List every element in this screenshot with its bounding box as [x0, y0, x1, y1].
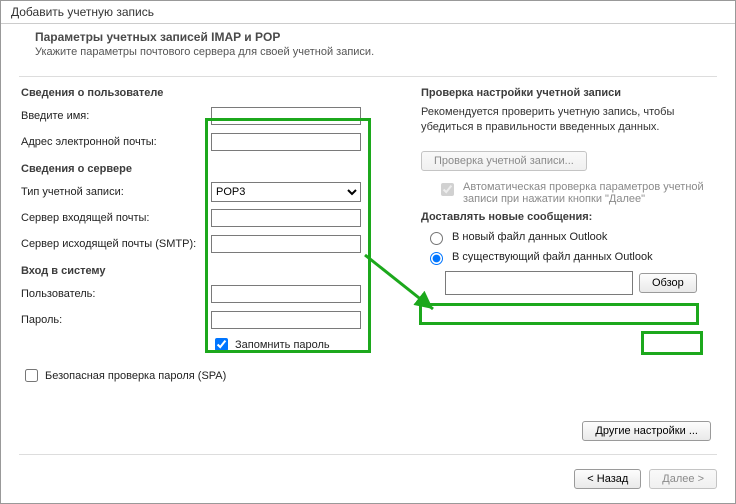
content: Сведения о пользователе Введите имя: Адр…: [1, 77, 735, 385]
outgoing-input[interactable]: [211, 235, 361, 253]
radio-new-file[interactable]: [430, 232, 443, 245]
name-label: Введите имя:: [21, 110, 211, 122]
auto-test-checkbox: [441, 183, 454, 196]
account-type-label: Тип учетной записи:: [21, 186, 211, 198]
spa-checkbox[interactable]: [25, 369, 38, 382]
server-section-head: Сведения о сервере: [21, 163, 401, 175]
radio-existing-label: В существующий файл данных Outlook: [452, 251, 653, 263]
right-column: Проверка настройки учетной записи Рекоме…: [421, 77, 715, 385]
auto-test-label: Автоматическая проверка параметров учетн…: [463, 181, 715, 205]
page-header: Параметры учетных записей IMAP и POP Ука…: [1, 24, 735, 68]
spa-label: Безопасная проверка пароля (SPA): [45, 370, 226, 382]
user-input[interactable]: [211, 285, 361, 303]
remember-label: Запомнить пароль: [235, 339, 330, 351]
email-label: Адрес электронной почты:: [21, 136, 211, 148]
deliver-section-head: Доставлять новые сообщения:: [421, 211, 715, 223]
radio-existing-file[interactable]: [430, 252, 443, 265]
outgoing-label: Сервер исходящей почты (SMTP):: [21, 238, 211, 250]
next-button[interactable]: Далее >: [649, 469, 717, 489]
remember-checkbox[interactable]: [215, 338, 228, 351]
add-account-window: Добавить учетную запись Параметры учетны…: [0, 0, 736, 504]
page-title: Параметры учетных записей IMAP и POP: [35, 30, 719, 44]
test-text: Рекомендуется проверить учетную запись, …: [421, 105, 715, 135]
back-button[interactable]: < Назад: [574, 469, 641, 489]
footer: < Назад Далее >: [574, 469, 717, 489]
existing-file-path-input[interactable]: [445, 271, 633, 295]
pass-label: Пароль:: [21, 314, 211, 326]
incoming-label: Сервер входящей почты:: [21, 212, 211, 224]
account-type-select[interactable]: POP3: [211, 182, 361, 202]
user-section-head: Сведения о пользователе: [21, 87, 401, 99]
page-subtitle: Укажите параметры почтового сервера для …: [35, 46, 719, 58]
login-section-head: Вход в систему: [21, 265, 401, 277]
footer-divider: [19, 454, 717, 455]
more-settings-button[interactable]: Другие настройки ...: [582, 421, 711, 441]
test-section-head: Проверка настройки учетной записи: [421, 87, 715, 99]
incoming-input[interactable]: [211, 209, 361, 227]
test-account-button[interactable]: Проверка учетной записи...: [421, 151, 587, 171]
name-input[interactable]: [211, 107, 361, 125]
window-title: Добавить учетную запись: [1, 1, 735, 24]
browse-button[interactable]: Обзор: [639, 273, 697, 293]
pass-input[interactable]: [211, 311, 361, 329]
email-input[interactable]: [211, 133, 361, 151]
radio-new-label: В новый файл данных Outlook: [452, 231, 607, 243]
left-column: Сведения о пользователе Введите имя: Адр…: [21, 77, 401, 385]
user-label: Пользователь:: [21, 288, 211, 300]
